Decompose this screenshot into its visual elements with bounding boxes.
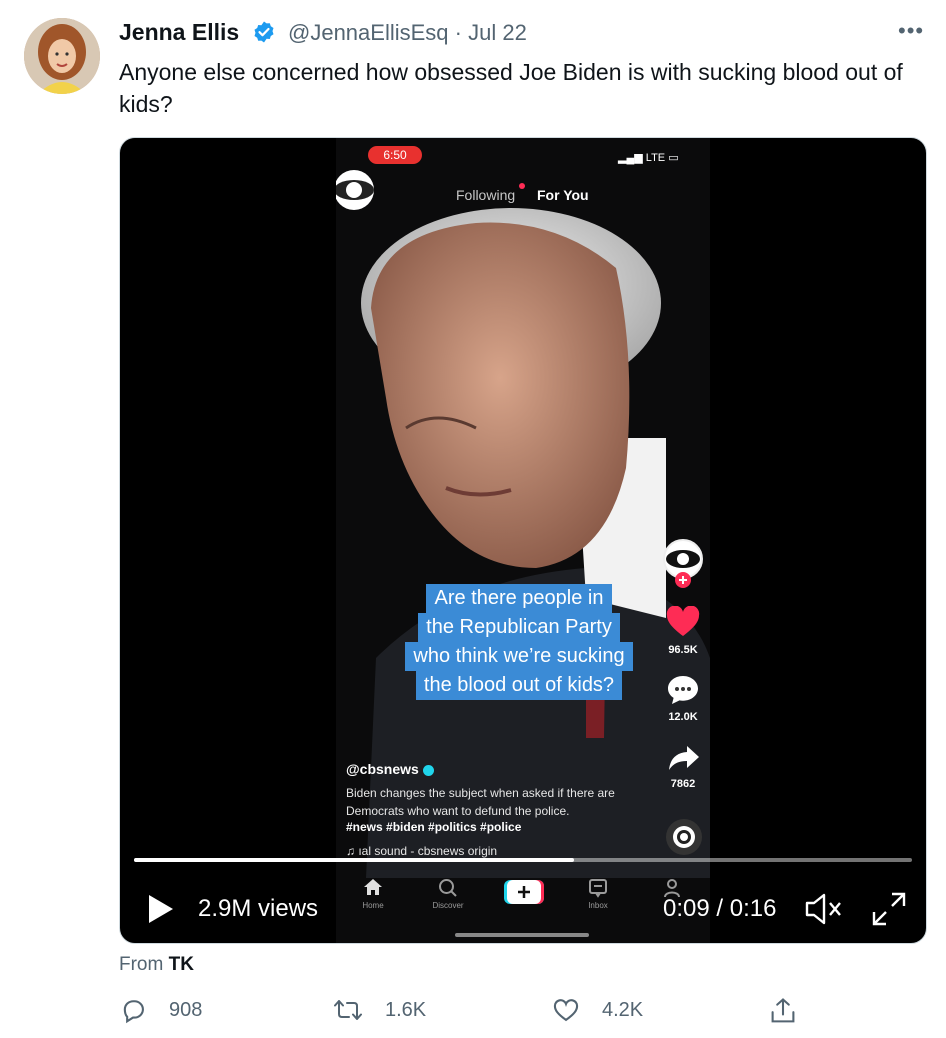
heart-icon xyxy=(666,606,700,636)
time-total: 0:16 xyxy=(729,895,777,922)
view-count: 2.9M views xyxy=(198,895,319,922)
time-separator: / xyxy=(716,895,724,922)
reply-icon xyxy=(123,1000,144,1024)
nav-inbox-label: Inbox xyxy=(588,901,608,910)
separator-dot: · xyxy=(454,20,462,45)
reply-count: 908 xyxy=(169,998,203,1021)
video-sound: ♫ ıal sound - cbsnews origin xyxy=(346,844,497,858)
home-indicator xyxy=(455,933,589,937)
retweet-count: 1.6K xyxy=(385,998,427,1021)
status-time: 6:50 xyxy=(368,146,422,164)
discover-icon xyxy=(439,879,457,897)
video-player[interactable]: 6:50 ▂▄▆ LTE ▭ Following For You Are the… xyxy=(119,137,927,944)
caption-line: the Republican Party xyxy=(418,613,620,642)
time-current: 0:09 xyxy=(663,895,710,922)
retweet-button[interactable]: 1.6K xyxy=(333,996,426,1024)
source-name[interactable]: TK xyxy=(169,954,194,975)
share-icon xyxy=(771,998,795,1023)
video-caption: Are there people in the Republican Party… xyxy=(394,584,644,700)
retweet-icon xyxy=(334,1000,362,1020)
battery-icon: ▭ xyxy=(668,152,679,164)
status-network: ▂▄▆ LTE ▭ xyxy=(618,151,679,164)
progress-fill xyxy=(134,858,574,862)
author-handle-and-date[interactable]: @JennaEllisEsq · Jul 22 xyxy=(288,20,527,46)
video-username: @cbsnews xyxy=(346,761,434,777)
video-timecode: 0:09 / 0:16 xyxy=(663,895,776,923)
like-button[interactable]: 4.2K xyxy=(552,996,643,1024)
video-hashtags: #news #biden #politics #police xyxy=(346,820,522,834)
create-icon xyxy=(504,880,544,904)
share-arrow-icon xyxy=(669,746,699,770)
tab-for-you: For You xyxy=(537,187,589,203)
fullscreen-icon[interactable] xyxy=(870,890,908,928)
author-avatar[interactable] xyxy=(24,18,100,94)
cbs-logo-icon xyxy=(336,170,374,210)
comment-icon xyxy=(668,676,698,704)
play-icon[interactable] xyxy=(146,893,176,925)
caption-line: the blood out of kids? xyxy=(415,671,623,700)
author-name[interactable]: Jenna Ellis xyxy=(119,19,239,46)
music-icon: ♫ xyxy=(346,844,359,858)
caption-line: who think we’re sucking xyxy=(405,642,633,671)
tweet-text: Anyone else concerned how obsessed Joe B… xyxy=(119,59,903,117)
inbox-icon xyxy=(589,879,607,898)
source-prefix: From xyxy=(119,954,164,975)
channel-avatar-icon xyxy=(663,539,703,588)
media-source: From TK xyxy=(119,954,194,976)
like-count: 4.2K xyxy=(602,998,644,1021)
caption-line: Are there people in xyxy=(426,584,612,613)
verified-icon xyxy=(254,21,274,43)
sound-text: ıal sound - cbsnews origin xyxy=(358,844,498,858)
like-icon xyxy=(553,999,579,1022)
author-handle[interactable]: @JennaEllisEsq xyxy=(288,20,449,45)
share-button[interactable] xyxy=(769,996,819,1026)
shares-count: 7862 xyxy=(670,778,696,790)
signal-icon: ▂▄▆ xyxy=(618,152,643,164)
username-text: @cbsnews xyxy=(346,761,419,777)
tab-following: Following xyxy=(456,187,516,203)
home-icon xyxy=(364,879,382,895)
nav-home-label: Home xyxy=(362,901,384,910)
tweet-date[interactable]: Jul 22 xyxy=(468,20,527,45)
mute-icon[interactable] xyxy=(804,892,844,926)
comments-count: 12.0K xyxy=(668,711,698,723)
video-description: Biden changes the subject when asked if … xyxy=(346,786,615,818)
notification-dot xyxy=(519,183,525,189)
video-verified-icon xyxy=(422,764,434,776)
video-frame: 6:50 ▂▄▆ LTE ▭ Following For You Are the… xyxy=(336,138,710,943)
reply-button[interactable]: 908 xyxy=(119,996,202,1024)
network-label: LTE xyxy=(645,152,666,164)
likes-count: 96.5K xyxy=(668,644,698,656)
progress-bar[interactable] xyxy=(134,858,912,862)
more-icon[interactable]: ••• xyxy=(898,18,924,44)
nav-discover-label: Discover xyxy=(432,901,464,910)
music-disc-icon xyxy=(666,819,702,855)
